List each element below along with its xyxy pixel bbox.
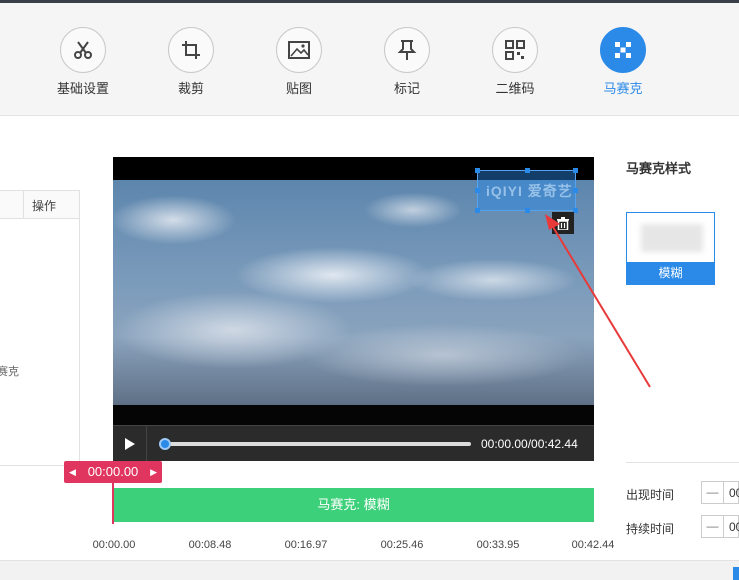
- resize-handle[interactable]: [525, 208, 530, 213]
- start-time-stepper[interactable]: — 00: [701, 481, 739, 504]
- tool-label: 马赛克: [603, 81, 643, 96]
- duration-stepper[interactable]: — 00: [701, 515, 739, 538]
- tool-crop[interactable]: 裁剪: [153, 27, 229, 97]
- video-frame: [113, 180, 594, 405]
- resize-handle[interactable]: [573, 168, 578, 173]
- scissors-icon: [60, 27, 106, 73]
- mosaic-clip-bar[interactable]: 马赛克: 模糊: [113, 488, 594, 522]
- tool-label: 基础设置: [56, 81, 109, 96]
- blur-preview: [641, 224, 703, 252]
- tick-label: 00:00.00: [92, 539, 136, 551]
- pin-icon: [384, 27, 430, 73]
- bottom-bar: [0, 560, 739, 580]
- tool-qrcode[interactable]: 二维码: [477, 27, 553, 97]
- decrement-button[interactable]: —: [702, 482, 724, 503]
- tool-mark[interactable]: 标记: [369, 27, 445, 97]
- tool-label: 裁剪: [177, 81, 204, 96]
- style-option-blur[interactable]: 模糊: [626, 212, 715, 285]
- qrcode-icon: [492, 27, 538, 73]
- tick-label: 00:25.46: [380, 539, 424, 551]
- duration-label: 持续时间: [626, 522, 675, 536]
- tool-basic-settings[interactable]: 基础设置: [45, 27, 121, 97]
- start-time-label: 出现时间: [626, 488, 675, 502]
- tool-label: 标记: [393, 81, 420, 96]
- tool-sticker[interactable]: 贴图: [261, 27, 337, 97]
- resize-handle[interactable]: [573, 188, 578, 193]
- table-row[interactable]: 赛克: [0, 363, 19, 379]
- tick-label: 00:42.44: [571, 539, 615, 551]
- letterbox-bar: [113, 405, 594, 425]
- resize-handle[interactable]: [475, 208, 480, 213]
- mosaic-icon: [600, 27, 646, 73]
- player-controls: 00:00.00/00:42.44: [113, 425, 594, 461]
- crop-icon: [168, 27, 214, 73]
- tool-label: 二维码: [495, 81, 535, 96]
- resize-handle[interactable]: [475, 168, 480, 173]
- watermark-text: iQIYI 爱奇艺: [486, 183, 573, 199]
- current-time-flag[interactable]: ◀ 00:00.00 ▶: [64, 461, 162, 483]
- divider: [626, 462, 739, 463]
- playback-timecode: 00:00.00/00:42.44: [481, 437, 578, 451]
- mosaic-style-title: 马赛克样式: [626, 161, 692, 176]
- decrement-button[interactable]: —: [702, 516, 724, 537]
- resize-handle[interactable]: [475, 188, 480, 193]
- progress-slider[interactable]: [159, 438, 471, 450]
- playhead[interactable]: [112, 482, 114, 524]
- mosaic-selection-box[interactable]: iQIYI 爱奇艺: [475, 168, 578, 213]
- video-player: iQIYI 爱奇艺 00:00.00/00:42.44: [113, 157, 594, 461]
- column-header-operation: 操作: [32, 199, 57, 213]
- tick-label: 00:33.95: [476, 539, 520, 551]
- column-divider: [23, 191, 24, 219]
- mosaic-list-table: 操作 赛克: [0, 190, 80, 466]
- clip-label: 马赛克: 模糊: [317, 497, 390, 512]
- resize-handle[interactable]: [525, 168, 530, 173]
- table-header: 操作: [0, 191, 79, 219]
- scroll-indicator[interactable]: [733, 567, 739, 580]
- duration-value[interactable]: 00: [729, 520, 739, 534]
- image-icon: [276, 27, 322, 73]
- start-time-value[interactable]: 00: [729, 486, 739, 500]
- tick-label: 00:08.48: [188, 539, 232, 551]
- tool-mosaic[interactable]: 马赛克: [585, 27, 661, 97]
- play-icon: [124, 437, 135, 450]
- progress-thumb[interactable]: [159, 438, 171, 450]
- tool-bar: 基础设置 裁剪 贴图 标记 二维码 马赛克: [0, 0, 739, 116]
- current-time: 00:00.00: [87, 464, 139, 479]
- step-forward-icon[interactable]: ▶: [150, 461, 157, 483]
- tool-label: 贴图: [285, 81, 312, 96]
- play-button[interactable]: [113, 426, 147, 461]
- style-label: 模糊: [627, 262, 714, 284]
- tick-label: 00:16.97: [284, 539, 328, 551]
- step-back-icon[interactable]: ◀: [69, 461, 76, 483]
